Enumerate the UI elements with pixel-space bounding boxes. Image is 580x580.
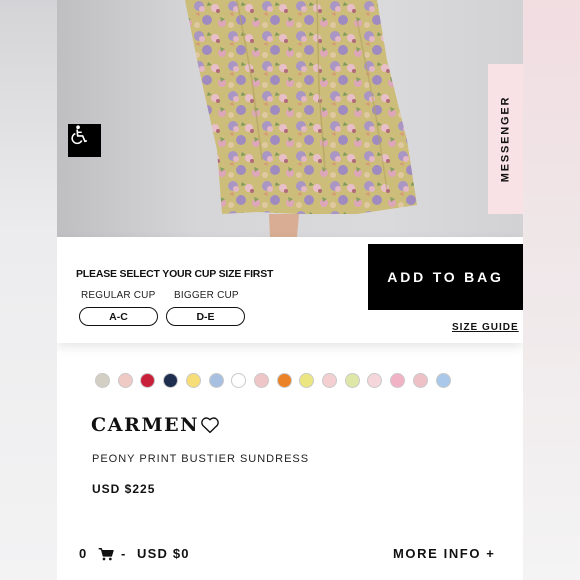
add-to-bag-button[interactable]: ADD TO BAG [368, 244, 523, 310]
cart-bar: 0 - USD $0 MORE INFO + [57, 538, 523, 568]
color-swatch[interactable] [231, 373, 247, 388]
messenger-label: MESSENGER [499, 95, 512, 183]
cup-size-prompt: PLEASE SELECT YOUR CUP SIZE FIRST [76, 268, 274, 280]
color-swatch[interactable] [117, 373, 133, 388]
left-backdrop [0, 0, 57, 580]
color-swatch[interactable] [185, 373, 201, 388]
more-info-button[interactable]: MORE INFO + [393, 546, 495, 561]
size-guide-link[interactable]: SIZE GUIDE [452, 322, 519, 333]
regular-cup-group: REGULAR CUP A-C [79, 290, 158, 326]
bigger-cup-label: BIGGER CUP [174, 290, 239, 301]
regular-cup-label: REGULAR CUP [81, 290, 156, 301]
color-swatch[interactable] [140, 373, 156, 388]
color-swatch[interactable] [276, 373, 292, 388]
product-panel: MESSENGER PLEASE SELECT YOUR CUP SIZE FI… [57, 0, 523, 580]
color-swatch[interactable] [367, 373, 383, 388]
product-price: USD $225 [92, 482, 156, 496]
color-swatch[interactable] [435, 373, 451, 388]
color-swatch[interactable] [208, 373, 224, 388]
bigger-cup-group: BIGGER CUP D-E [166, 290, 245, 326]
product-subtitle: PEONY PRINT BUSTIER SUNDRESS [92, 453, 310, 465]
color-swatch[interactable] [163, 373, 179, 388]
right-backdrop [523, 0, 580, 580]
color-swatch[interactable] [344, 373, 360, 388]
cart-total: USD $0 [137, 546, 190, 561]
color-swatch[interactable] [253, 373, 269, 388]
cart-separator: - [121, 546, 127, 561]
messenger-tab[interactable]: MESSENGER [488, 64, 523, 214]
cup-size-d-e-button[interactable]: D-E [166, 307, 245, 326]
accessibility-button[interactable] [68, 124, 101, 157]
cup-size-a-c-button[interactable]: A-C [79, 307, 158, 326]
dress-image [185, 0, 417, 237]
product-name: CARMEN [91, 414, 200, 436]
color-swatch[interactable] [95, 373, 110, 388]
cup-size-card: PLEASE SELECT YOUR CUP SIZE FIRST REGULA… [57, 237, 523, 343]
color-swatch[interactable] [390, 373, 406, 388]
color-swatch[interactable] [322, 373, 337, 388]
cart-count: 0 [79, 546, 88, 561]
heart-icon[interactable] [200, 416, 220, 434]
wheelchair-icon [71, 125, 88, 145]
color-swatch[interactable] [412, 373, 428, 388]
cart-icon[interactable] [98, 547, 114, 561]
product-photo: MESSENGER [57, 0, 523, 237]
color-swatch[interactable] [299, 373, 315, 388]
